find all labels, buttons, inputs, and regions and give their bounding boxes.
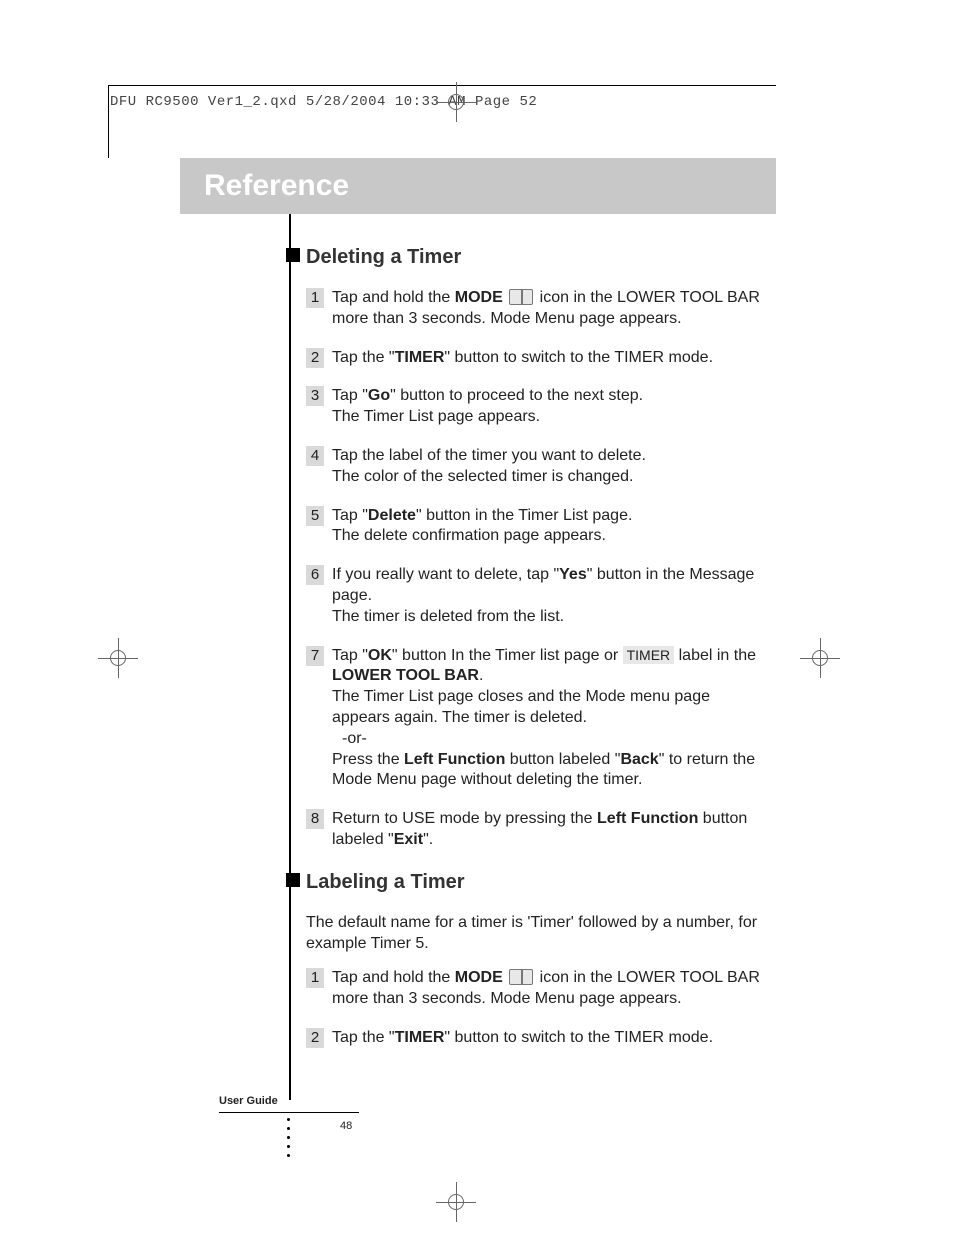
delete-label: Delete bbox=[368, 507, 416, 524]
step-2: 2 Tap the "TIMER" button to switch to th… bbox=[306, 348, 766, 369]
step-7: 7 Tap "OK" button In the Timer list page… bbox=[306, 646, 766, 792]
footer-rule bbox=[219, 1112, 359, 1113]
chapter-title: Reference bbox=[204, 169, 349, 203]
registration-mark-icon bbox=[98, 638, 138, 678]
registration-mark-icon bbox=[800, 638, 840, 678]
step-text: " button In the Timer list page or bbox=[392, 647, 623, 664]
step-number: 4 bbox=[306, 446, 324, 466]
registration-mark-icon bbox=[436, 82, 476, 122]
section-intro: The default name for a timer is 'Timer' … bbox=[306, 913, 766, 955]
step-text: ". bbox=[423, 831, 433, 848]
step-text: Tap " bbox=[332, 647, 368, 664]
exit-label: Exit bbox=[394, 831, 423, 848]
footer-user-guide: User Guide bbox=[219, 1095, 278, 1107]
mode-icon bbox=[509, 289, 533, 305]
registration-mark-icon bbox=[436, 1182, 476, 1222]
step-text: The Timer List page closes and the Mode … bbox=[332, 688, 710, 726]
step-text: Tap the label of the timer you want to d… bbox=[332, 447, 646, 464]
step-text: button labeled " bbox=[505, 751, 620, 768]
step-text: label in the bbox=[674, 647, 756, 664]
left-function-label: Left Function bbox=[597, 810, 698, 827]
step-6: 6 If you really want to delete, tap "Yes… bbox=[306, 565, 766, 627]
step-text: Tap the " bbox=[332, 349, 395, 366]
step-text: If you really want to delete, tap " bbox=[332, 566, 559, 583]
chapter-title-bar: Reference bbox=[180, 158, 776, 214]
step-1: 1 Tap and hold the MODE icon in the LOWE… bbox=[306, 288, 766, 330]
step-8: 8 Return to USE mode by pressing the Lef… bbox=[306, 809, 766, 851]
step-number: 5 bbox=[306, 506, 324, 526]
step-text: " button to switch to the TIMER mode. bbox=[444, 349, 713, 366]
step-text: Tap " bbox=[332, 387, 368, 404]
vertical-rule bbox=[289, 214, 291, 1100]
page-number: 48 bbox=[340, 1120, 352, 1132]
label-step-1: 1 Tap and hold the MODE icon in the LOWE… bbox=[306, 968, 766, 1010]
section-heading-labeling: Labeling a Timer bbox=[306, 869, 766, 895]
step-text: The timer is deleted from the list. bbox=[332, 608, 564, 625]
timer-label: TIMER bbox=[395, 349, 445, 366]
ok-label: OK bbox=[368, 647, 392, 664]
timer-badge: TIMER bbox=[623, 646, 675, 664]
footer-dots bbox=[287, 1118, 290, 1157]
lower-tool-bar-label: LOWER TOOL BAR bbox=[332, 667, 479, 684]
step-text: The delete confirmation page appears. bbox=[332, 527, 606, 544]
step-number: 7 bbox=[306, 646, 324, 666]
step-text: The color of the selected timer is chang… bbox=[332, 468, 634, 485]
main-content: Deleting a Timer 1 Tap and hold the MODE… bbox=[296, 244, 766, 1067]
crop-frame-left bbox=[108, 85, 109, 158]
step-text: Tap " bbox=[332, 507, 368, 524]
step-text: Tap and hold the bbox=[332, 969, 455, 986]
mode-label: MODE bbox=[455, 289, 503, 306]
mode-label: MODE bbox=[455, 969, 503, 986]
step-text: . bbox=[479, 667, 483, 684]
or-text: -or- bbox=[342, 730, 367, 747]
step-number: 2 bbox=[306, 1028, 324, 1048]
left-function-label: Left Function bbox=[404, 751, 505, 768]
back-label: Back bbox=[620, 751, 658, 768]
step-number: 1 bbox=[306, 288, 324, 308]
step-text: " button to proceed to the next step. bbox=[390, 387, 643, 404]
section-heading-deleting: Deleting a Timer bbox=[306, 244, 766, 270]
step-number: 2 bbox=[306, 348, 324, 368]
go-label: Go bbox=[368, 387, 390, 404]
step-4: 4 Tap the label of the timer you want to… bbox=[306, 446, 766, 488]
step-text: Tap the " bbox=[332, 1029, 395, 1046]
mode-icon bbox=[509, 969, 533, 985]
label-step-2: 2 Tap the "TIMER" button to switch to th… bbox=[306, 1028, 766, 1049]
step-5: 5 Tap "Delete" button in the Timer List … bbox=[306, 506, 766, 548]
timer-label: TIMER bbox=[395, 1029, 445, 1046]
step-text: " button to switch to the TIMER mode. bbox=[444, 1029, 713, 1046]
yes-label: Yes bbox=[559, 566, 587, 583]
step-number: 3 bbox=[306, 386, 324, 406]
step-number: 8 bbox=[306, 809, 324, 829]
step-3: 3 Tap "Go" button to proceed to the next… bbox=[306, 386, 766, 428]
step-text: The Timer List page appears. bbox=[332, 408, 540, 425]
step-text: " button in the Timer List page. bbox=[416, 507, 632, 524]
step-text: Press the bbox=[332, 751, 404, 768]
step-text: Return to USE mode by pressing the bbox=[332, 810, 597, 827]
step-number: 6 bbox=[306, 565, 324, 585]
step-text: Tap and hold the bbox=[332, 289, 455, 306]
step-number: 1 bbox=[306, 968, 324, 988]
